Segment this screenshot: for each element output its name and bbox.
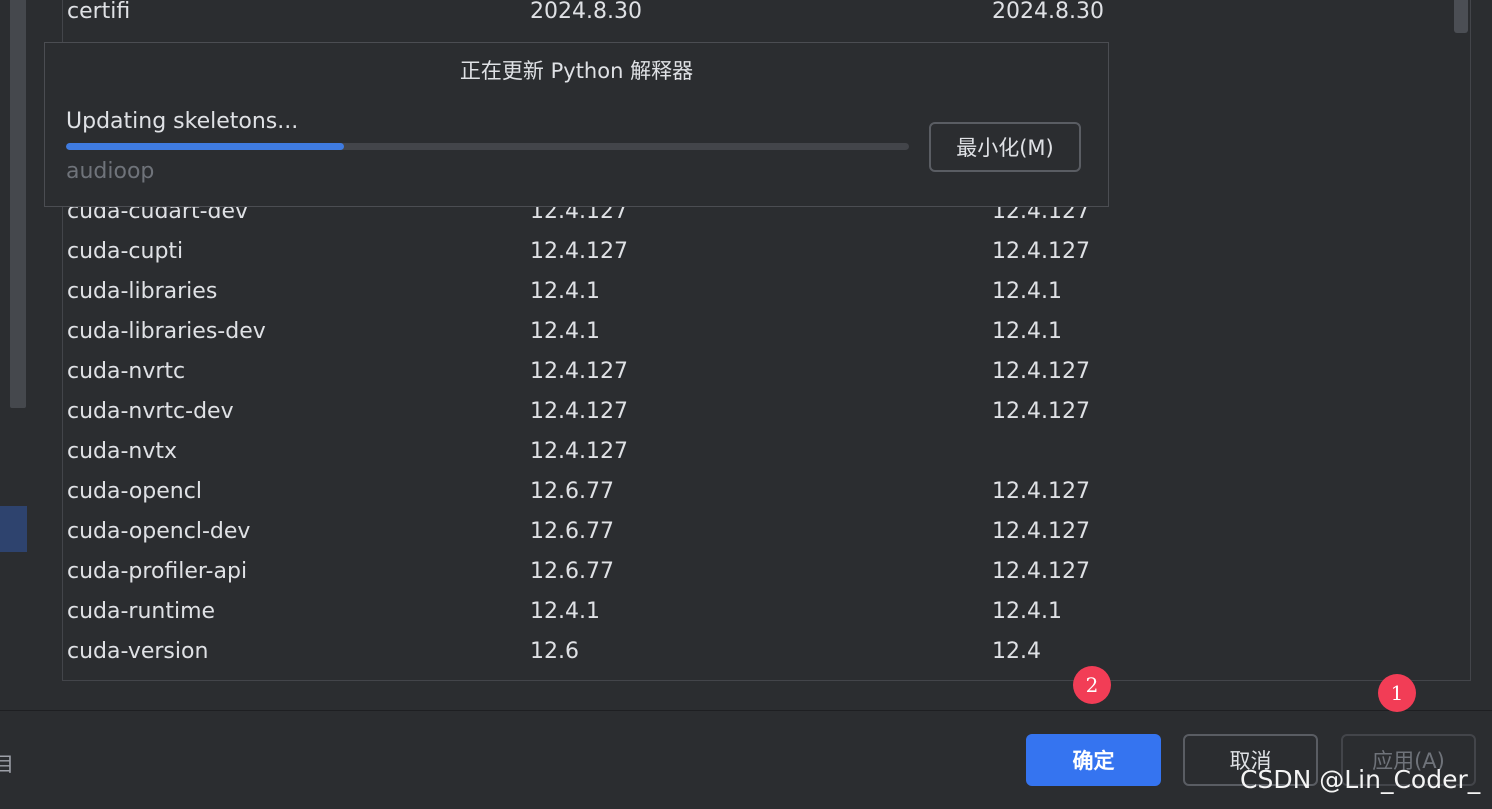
annotation-marker-1-label: 1 xyxy=(1390,681,1404,705)
package-row[interactable]: cuda-version 12.6 12.4 xyxy=(63,632,1470,672)
progress-status-text: Updating skeletons... xyxy=(66,109,299,134)
package-name: cuda-libraries xyxy=(67,279,218,304)
package-row[interactable]: cuda-cupti 12.4.127 12.4.127 xyxy=(63,232,1470,272)
package-latest-version: 12.4.127 xyxy=(992,559,1090,584)
package-name: cuda-opencl-dev xyxy=(67,519,251,544)
package-row[interactable]: cuda-opencl 12.6.77 12.4.127 xyxy=(63,472,1470,512)
package-name: cuda-profiler-api xyxy=(67,559,248,584)
package-version: 12.6.77 xyxy=(530,519,614,544)
sidebar-cut-label: 目 xyxy=(0,752,14,776)
package-row[interactable]: cuda-opencl-dev 12.6.77 12.4.127 xyxy=(63,512,1470,552)
ok-button[interactable]: 确定 xyxy=(1026,734,1161,786)
package-latest-version: 12.4.127 xyxy=(992,239,1090,264)
package-row[interactable]: cuda-profiler-api 12.6.77 12.4.127 xyxy=(63,552,1470,592)
package-version: 12.4.127 xyxy=(530,239,628,264)
package-row[interactable]: cuda-nvtx 12.4.127 xyxy=(63,432,1470,472)
package-latest-version: 2024.8.30 xyxy=(992,0,1104,24)
package-version: 12.6.77 xyxy=(530,479,614,504)
package-name: cuda-runtime xyxy=(67,599,216,624)
package-version: 12.4.1 xyxy=(530,599,600,624)
update-interpreter-progress-dialog: 正在更新 Python 解释器 Updating skeletons... au… xyxy=(44,42,1109,207)
table-scrollbar[interactable] xyxy=(1452,0,1470,680)
package-version: 2024.8.30 xyxy=(530,0,642,24)
package-name: cuda-opencl xyxy=(67,479,202,504)
package-name: cuda-nvtx xyxy=(67,439,178,464)
package-name: cuda-nvrtc-dev xyxy=(67,399,234,424)
minimize-button[interactable]: 最小化(M) xyxy=(929,122,1081,172)
package-latest-version: 12.4.127 xyxy=(992,359,1090,384)
package-name: cuda-cupti xyxy=(67,239,184,264)
progress-bar xyxy=(66,143,909,150)
annotation-marker-2-label: 2 xyxy=(1085,673,1099,697)
progress-dialog-title: 正在更新 Python 解释器 xyxy=(459,59,694,83)
package-row[interactable]: cuda-libraries 12.4.1 12.4.1 xyxy=(63,272,1470,312)
minimize-button-label: 最小化(M) xyxy=(956,136,1054,160)
package-name: certifi xyxy=(67,0,131,24)
annotation-marker-1: 1 xyxy=(1378,674,1416,712)
package-version: 12.6.77 xyxy=(530,559,614,584)
package-version: 12.4.127 xyxy=(530,359,628,384)
package-version: 12.4.1 xyxy=(530,279,600,304)
package-name: cuda-libraries-dev xyxy=(67,319,266,344)
package-version: 12.6 xyxy=(530,639,579,664)
package-version: 12.4.127 xyxy=(530,439,628,464)
package-name: cuda-version xyxy=(67,639,209,664)
package-latest-version: 12.4.1 xyxy=(992,279,1062,304)
package-latest-version: 12.4.1 xyxy=(992,599,1062,624)
sidebar-selected-item[interactable] xyxy=(0,506,27,552)
package-row[interactable]: cuda-nvrtc 12.4.127 12.4.127 xyxy=(63,352,1470,392)
package-latest-version: 12.4 xyxy=(992,639,1041,664)
sidebar-scrollbar[interactable] xyxy=(10,0,26,408)
footer-divider xyxy=(0,710,1492,711)
settings-sidebar xyxy=(0,0,28,710)
package-row[interactable]: cuda-libraries-dev 12.4.1 12.4.1 xyxy=(63,312,1470,352)
package-name: cuda-nvrtc xyxy=(67,359,186,384)
ok-button-label: 确定 xyxy=(1072,749,1115,773)
table-scrollbar-thumb[interactable] xyxy=(1454,0,1468,33)
package-latest-version: 12.4.127 xyxy=(992,519,1090,544)
package-version: 12.4.1 xyxy=(530,319,600,344)
package-latest-version: 12.4.127 xyxy=(992,479,1090,504)
progress-bar-fill xyxy=(66,143,345,150)
package-row[interactable]: cuda-runtime 12.4.1 12.4.1 xyxy=(63,592,1470,632)
package-row[interactable]: certifi 2024.8.30 2024.8.30 xyxy=(63,0,1470,32)
package-version: 12.4.127 xyxy=(530,399,628,424)
watermark: CSDN @Lin_Coder_ xyxy=(1240,765,1481,794)
package-latest-version: 12.4.1 xyxy=(992,319,1062,344)
progress-detail-text: audioop xyxy=(66,159,155,184)
package-row[interactable]: cuda-nvrtc-dev 12.4.127 12.4.127 xyxy=(63,392,1470,432)
package-latest-version: 12.4.127 xyxy=(992,399,1090,424)
annotation-marker-2: 2 xyxy=(1073,666,1111,704)
